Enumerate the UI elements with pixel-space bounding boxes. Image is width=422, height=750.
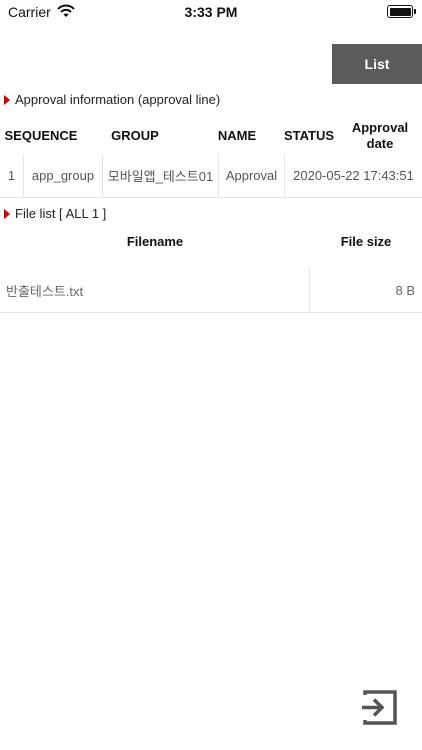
column-approval-date: Approval date [351,119,409,151]
clock: 3:33 PM [184,4,238,20]
filelist-title-text: File list [ ALL 1 ] [15,206,107,221]
row-date: 2020-05-22 17:43:51 [293,168,414,183]
column-filename: Filename [126,233,184,249]
approval-section-title: Approval information (approval line) [4,92,220,107]
status-bar: Carrier 3:33 PM [0,0,422,26]
table-row: 1 app_group 모바일앱_테스트01 Approval 2020-05-… [0,154,422,198]
file-row[interactable]: 반출테스트.txt 8 B [0,268,422,313]
column-status: STATUS [283,127,335,143]
red-arrow-icon [4,94,10,105]
battery-icon [387,5,416,18]
row-group: app_group [31,168,95,183]
column-divider [309,268,310,312]
column-group: GROUP [111,127,159,143]
red-arrow-icon [4,208,10,219]
file-table-header: Filename File size [0,228,422,256]
column-file-size: File size [340,233,392,249]
list-button[interactable]: List [332,44,422,84]
file-size: 8 B [395,282,415,298]
column-sequence: SEQUENCE [4,127,78,143]
row-name: 모바일앱_테스트01 [107,169,214,184]
approval-title-text: Approval information (approval line) [15,92,221,107]
file-name[interactable]: 반출테스트.txt [6,268,83,312]
row-sequence: 1 [7,168,16,183]
row-status: Approval [225,168,278,183]
exit-icon[interactable] [361,689,398,726]
column-name: NAME [217,127,257,143]
filelist-section-title: File list [ ALL 1 ] [4,206,106,221]
approval-table-header: SEQUENCE GROUP NAME STATUS Approval date [0,118,422,154]
